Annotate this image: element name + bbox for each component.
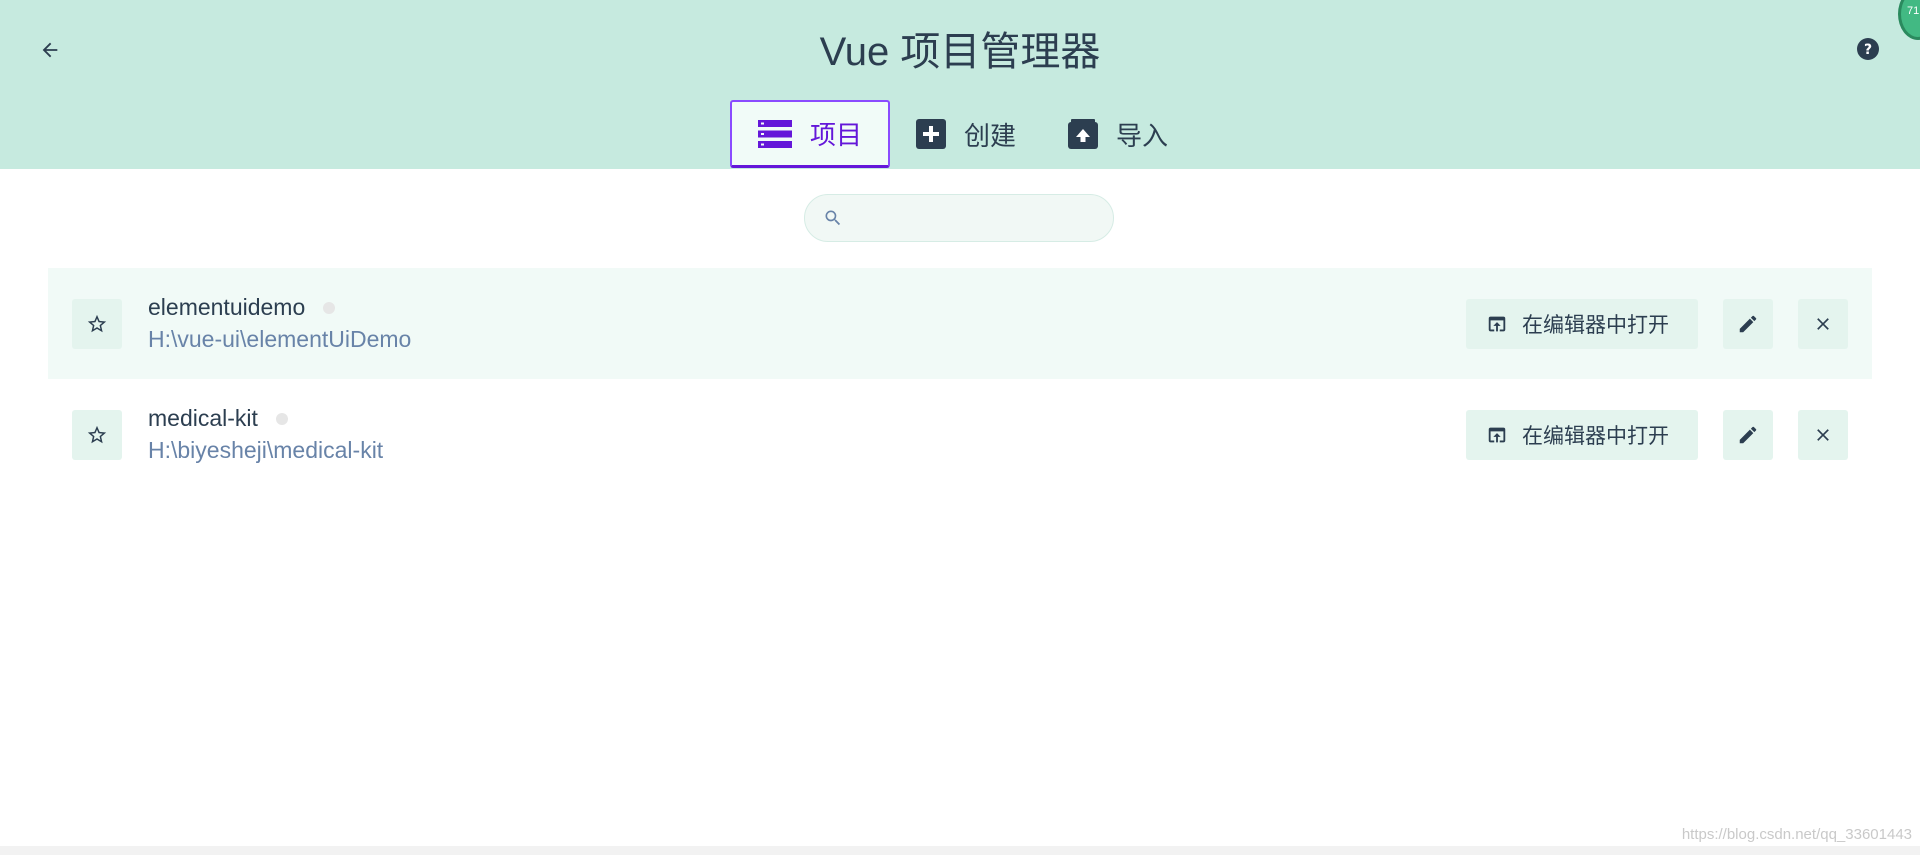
project-list: elementuidemo H:\vue-ui\elementUiDemo 在编… [48,268,1872,490]
pencil-icon [1739,315,1757,333]
close-icon [1817,318,1829,330]
search-icon [825,210,841,226]
search-box [804,194,1114,242]
header-bar: Vue 项目管理器 ? 71 项目 创建 导入 [0,0,1920,169]
edit-button[interactable] [1723,299,1773,349]
favorite-button[interactable] [72,410,122,460]
favorite-button[interactable] [72,299,122,349]
status-dot [323,301,336,314]
tab-import-label: 导入 [1116,120,1169,151]
project-path: H:\biyesheji\medical-kit [148,437,384,463]
star-outline-icon [87,425,107,444]
project-row[interactable]: medical-kit H:\biyesheji\medical-kit 在编辑… [48,379,1872,490]
close-icon [1817,429,1829,441]
help-icon: ? [1857,38,1879,60]
unarchive-icon [1068,119,1099,149]
plus-box-icon [916,119,947,149]
tab-create[interactable]: 创建 [890,100,1042,168]
project-name-text: elementuidemo [148,294,306,320]
open-in-browser-icon [1488,427,1506,443]
watermark: https://blog.csdn.net/qq_33601443 [1681,826,1912,843]
project-name: elementuidemo [148,294,336,321]
help-button[interactable]: ? [1856,37,1880,61]
edit-button[interactable] [1723,410,1773,460]
search-input[interactable] [855,197,1099,239]
open-in-editor-button[interactable]: 在编辑器中打开 [1466,299,1698,349]
pencil-icon [1739,426,1757,444]
project-row[interactable]: elementuidemo H:\vue-ui\elementUiDemo 在编… [48,268,1872,379]
open-in-editor-label: 在编辑器中打开 [1522,314,1669,337]
remove-button[interactable] [1798,410,1848,460]
svg-text:?: ? [1864,42,1872,58]
project-name-text: medical-kit [148,405,258,431]
tab-projects[interactable]: 项目 [730,100,891,168]
open-in-editor-label: 在编辑器中打开 [1522,425,1669,448]
page-title: Vue 项目管理器 [819,30,1101,74]
list-icon [758,119,792,148]
tab-create-label: 创建 [964,120,1017,151]
open-in-browser-icon [1488,316,1506,332]
tab-import[interactable]: 导入 [1042,100,1194,168]
status-dot [275,412,288,425]
project-name: medical-kit [148,405,288,432]
star-outline-icon [87,314,107,333]
remove-button[interactable] [1798,299,1848,349]
tab-bar: 项目 创建 导入 [730,100,1194,168]
tab-projects-label: 项目 [810,120,863,150]
footer-divider [0,846,1920,855]
open-in-editor-button[interactable]: 在编辑器中打开 [1466,410,1698,460]
project-path: H:\vue-ui\elementUiDemo [148,326,412,352]
